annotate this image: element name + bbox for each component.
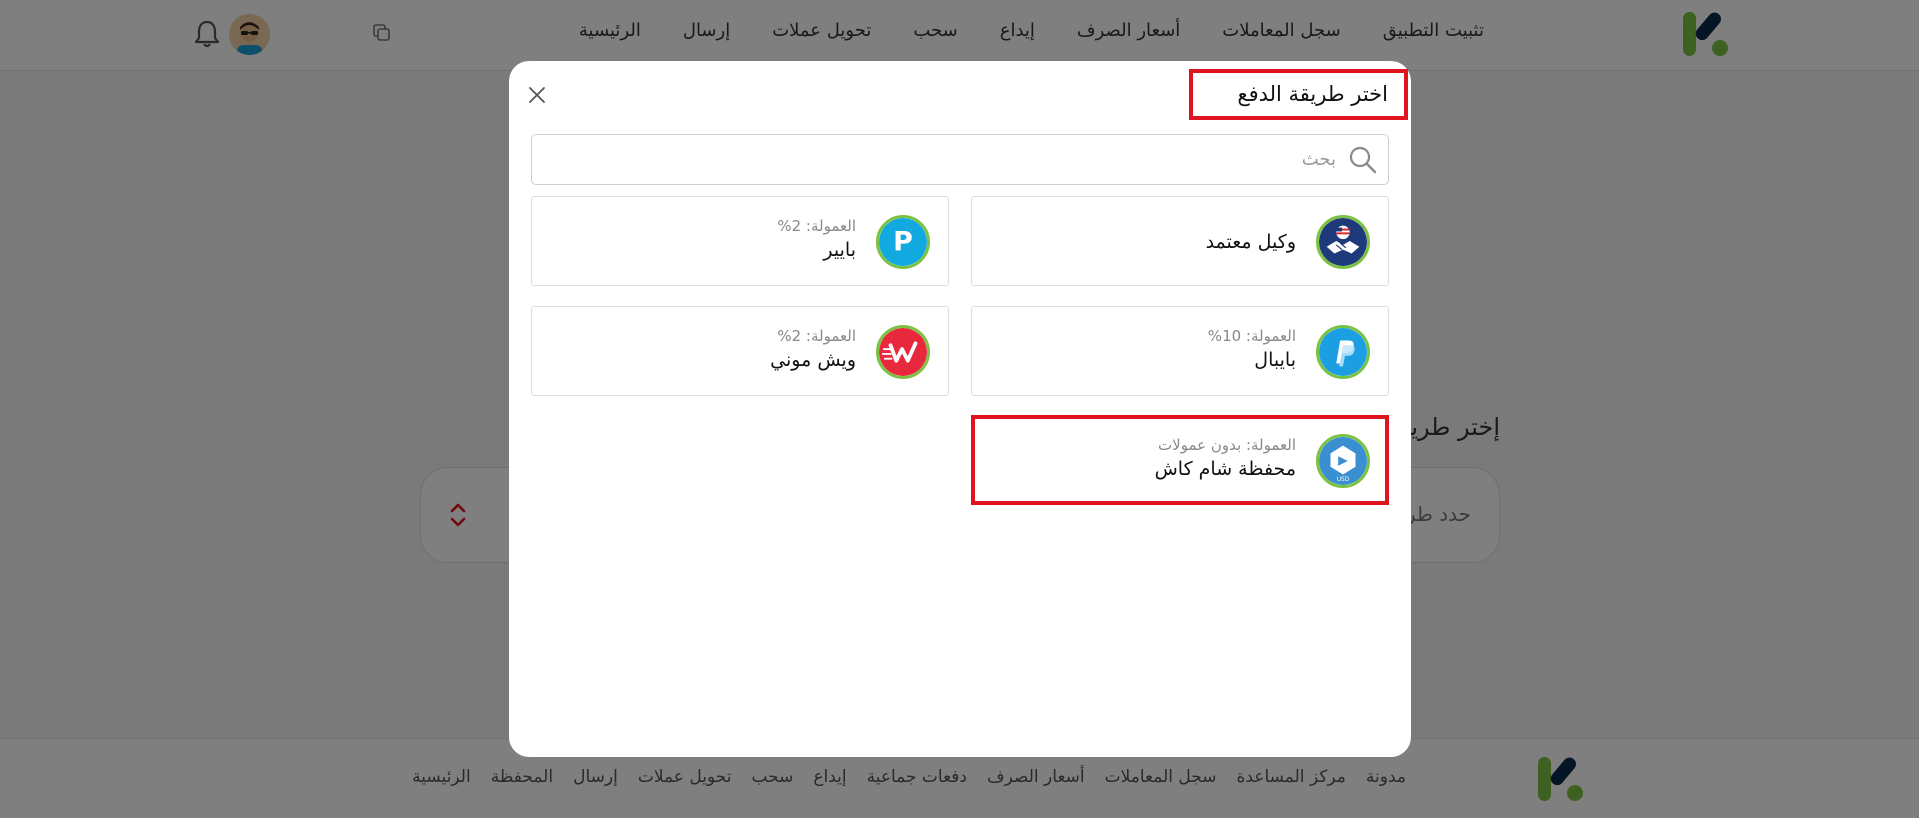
search-icon — [1349, 146, 1377, 174]
payment-method-modal: اختر طريقة الدفع وكيل معتمد — [509, 61, 1411, 757]
method-fee: العمولة: 2% — [777, 217, 856, 235]
payeer-p-icon: P — [876, 215, 930, 269]
method-card-wish-money[interactable]: العمولة: 2% ويش موني — [531, 306, 949, 396]
method-card-payeer[interactable]: P العمولة: 2% بايير — [531, 196, 949, 286]
svg-text:P: P — [893, 227, 913, 258]
svg-text:USD: USD — [1337, 477, 1350, 483]
method-card-authorized-agent[interactable]: وكيل معتمد — [971, 196, 1389, 286]
shamcash-usd-icon: USD — [1316, 434, 1370, 488]
method-fee: العمولة: 2% — [777, 327, 856, 345]
search-box — [531, 134, 1389, 185]
modal-title-highlight: اختر طريقة الدفع — [1189, 69, 1408, 120]
method-card-paypal[interactable]: العمولة: 10% بايبال — [971, 306, 1389, 396]
method-name: بايير — [823, 239, 856, 261]
method-name: وكيل معتمد — [1205, 231, 1296, 253]
method-fee: العمولة: بدون عمولات — [1158, 436, 1296, 454]
wishmoney-w-icon — [876, 325, 930, 379]
search-input[interactable] — [542, 135, 1340, 184]
modal-title: اختر طريقة الدفع — [1237, 82, 1388, 106]
method-card-sham-cash[interactable]: USD العمولة: بدون عمولات محفظة شام كاش — [971, 415, 1389, 505]
paypal-icon — [1316, 325, 1370, 379]
handshake-flag-icon — [1316, 215, 1370, 269]
method-fee: العمولة: 10% — [1207, 327, 1296, 345]
method-name: محفظة شام كاش — [1154, 458, 1296, 480]
close-icon[interactable] — [528, 86, 546, 104]
method-name: بايبال — [1254, 349, 1296, 371]
method-name: ويش موني — [770, 349, 856, 371]
